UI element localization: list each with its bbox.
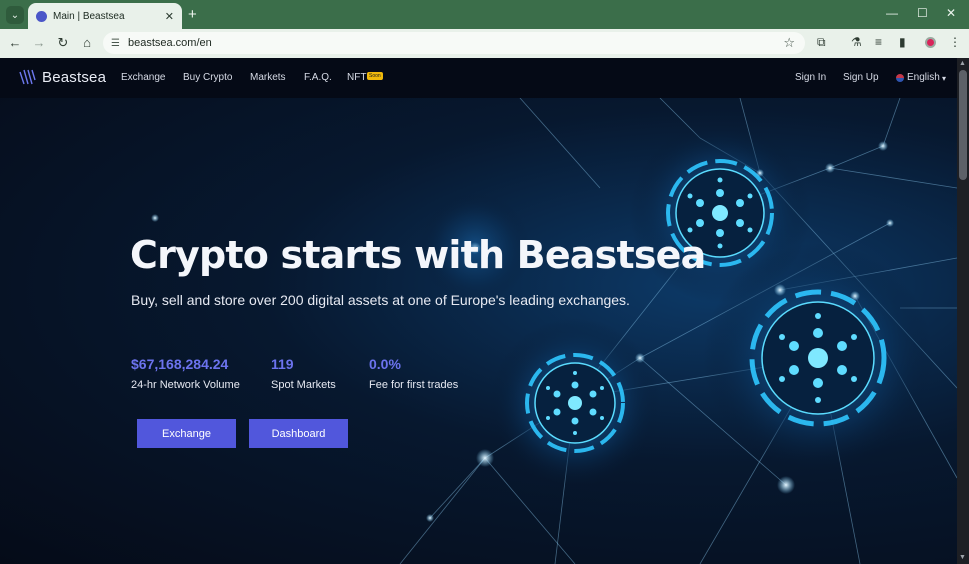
- url-text: beastsea.com/en: [127, 37, 212, 49]
- scroll-down-icon[interactable]: ▼: [959, 554, 966, 561]
- flag-icon: [896, 74, 904, 82]
- exchange-button[interactable]: Exchange: [137, 419, 236, 448]
- page-scrollbar[interactable]: ▲ ▼: [957, 58, 969, 564]
- browser-tab[interactable]: Main | Beastsea ✕: [28, 3, 182, 29]
- stat-markets-value: 119: [271, 356, 294, 372]
- menu-icon[interactable]: ⋮: [949, 35, 961, 49]
- token-node-icon: [749, 289, 887, 427]
- back-icon[interactable]: ←: [7, 35, 23, 50]
- network-graphic: [151, 97, 957, 564]
- beastsea-logo-icon: [19, 69, 36, 85]
- scroll-thumb[interactable]: [959, 70, 967, 180]
- address-bar[interactable]: ☰ beastsea.com/en ☆: [103, 32, 805, 54]
- chevron-down-icon[interactable]: ▾: [942, 74, 946, 83]
- nav-buy-crypto[interactable]: Buy Crypto: [183, 72, 232, 83]
- minimize-button[interactable]: —: [886, 6, 898, 20]
- stat-volume-value: $67,168,284.24: [131, 356, 229, 372]
- forward-icon[interactable]: →: [31, 35, 47, 50]
- reload-icon[interactable]: ↻: [55, 35, 71, 51]
- dashboard-button[interactable]: Dashboard: [249, 419, 348, 448]
- stat-fee-value: 0.0%: [369, 356, 401, 372]
- browser-toolbar: ← → ↻ ⌂ ☰ beastsea.com/en ☆ ⧉ ⚗ ≡ ▮ ⋮: [0, 29, 969, 58]
- profile-avatar[interactable]: [925, 37, 936, 48]
- close-window-button[interactable]: ✕: [946, 6, 956, 20]
- stat-markets-label: Spot Markets: [271, 379, 336, 391]
- hero-subtitle: Buy, sell and store over 200 digital ass…: [131, 292, 630, 308]
- site-header: Beastsea Exchange Buy Crypto Markets F.A…: [0, 58, 957, 98]
- language-selector[interactable]: English: [907, 72, 940, 83]
- reading-list-icon[interactable]: ≡: [875, 35, 882, 49]
- maximize-button[interactable]: ☐: [917, 6, 928, 20]
- brand-name: Beastsea: [42, 68, 107, 86]
- labs-icon[interactable]: ⚗: [851, 35, 862, 49]
- brand-logo[interactable]: Beastsea: [18, 68, 106, 86]
- favicon-icon: [36, 10, 47, 22]
- scroll-up-icon[interactable]: ▲: [959, 60, 966, 67]
- tab-title: Main | Beastsea: [53, 10, 125, 22]
- new-tab-button[interactable]: +: [188, 6, 197, 24]
- tab-search-icon[interactable]: ⌄: [6, 6, 24, 24]
- side-panel-icon[interactable]: ▮: [899, 35, 906, 49]
- hero-title: Crypto starts with Beastsea: [130, 233, 706, 277]
- page-viewport: Beastsea Exchange Buy Crypto Markets F.A…: [0, 58, 957, 564]
- home-icon[interactable]: ⌂: [79, 35, 95, 50]
- nav-nft[interactable]: NFT: [347, 72, 366, 83]
- sign-in-link[interactable]: Sign In: [795, 72, 826, 83]
- browser-tab-strip: ⌄ Main | Beastsea ✕ + — ☐ ✕: [0, 0, 969, 29]
- stat-fee-label: Fee for first trades: [369, 379, 459, 391]
- stat-volume-label: 24-hr Network Volume: [131, 379, 240, 391]
- site-info-icon[interactable]: ☰: [111, 38, 120, 49]
- extensions-icon[interactable]: ⧉: [817, 35, 826, 50]
- nav-markets[interactable]: Markets: [250, 72, 286, 83]
- nav-exchange[interactable]: Exchange: [121, 72, 165, 83]
- star-icon[interactable]: ☆: [783, 35, 795, 51]
- soon-badge: Soon: [367, 72, 383, 80]
- sign-up-link[interactable]: Sign Up: [843, 72, 879, 83]
- nav-faq[interactable]: F.A.Q.: [304, 72, 332, 83]
- close-icon[interactable]: ✕: [165, 10, 174, 23]
